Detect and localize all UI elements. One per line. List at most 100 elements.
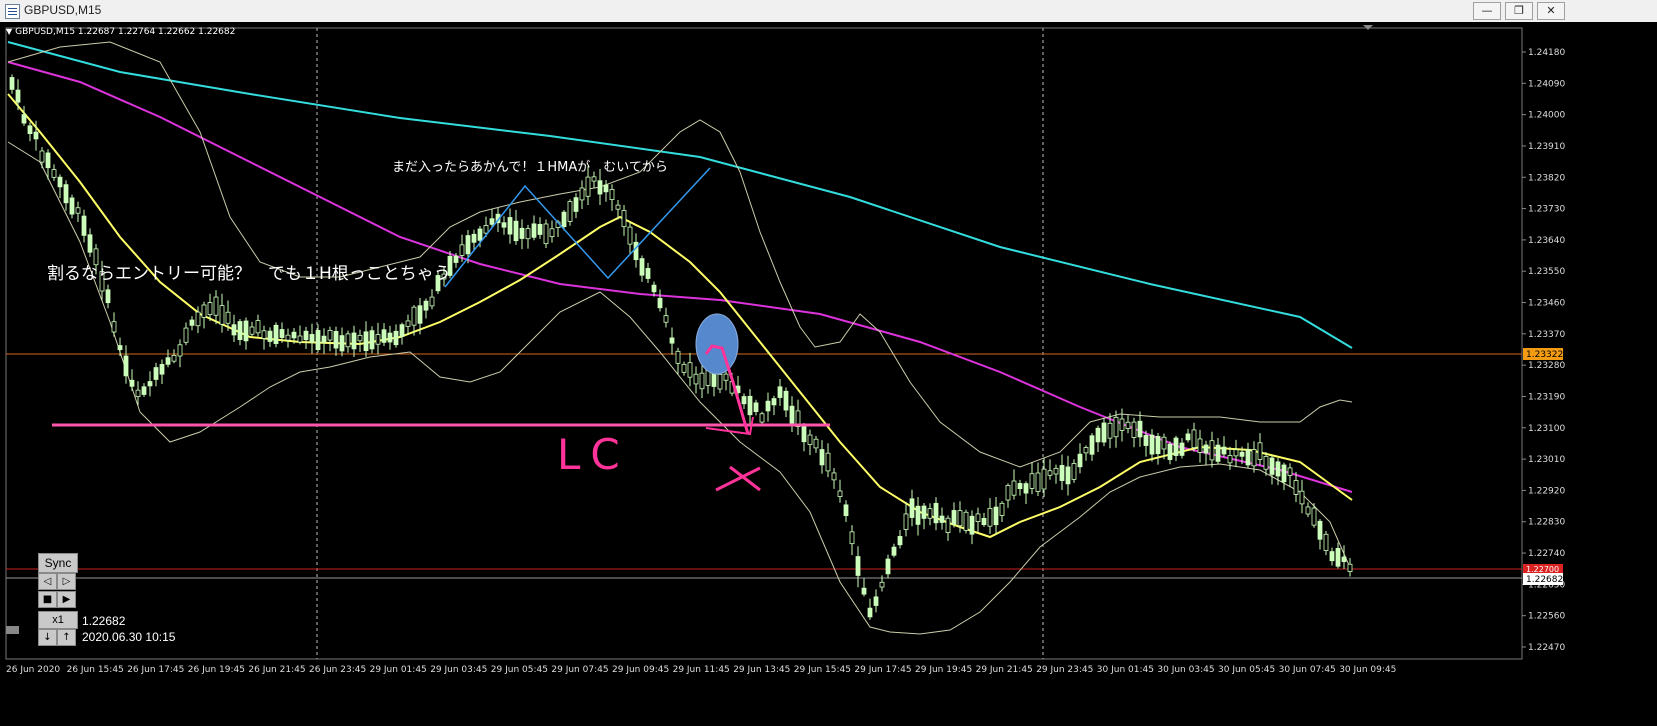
candle-body (81, 215, 87, 236)
chart-window-icon (5, 4, 20, 19)
candle-body (351, 332, 357, 350)
candle-body (723, 373, 729, 381)
candle-body (783, 390, 789, 411)
candle-body (21, 114, 27, 124)
minimize-button[interactable]: — (1473, 2, 1501, 20)
candle-body (873, 596, 879, 606)
lower-band (7, 141, 1353, 635)
candle-body (1197, 438, 1203, 453)
candle-body (1065, 466, 1071, 485)
candle-body (1023, 483, 1029, 494)
candle-body (903, 513, 909, 530)
play-button[interactable]: ▶ (57, 591, 76, 608)
candle-body (1203, 444, 1209, 454)
time-axis-label: 29 Jun 17:45 (854, 665, 911, 675)
time-axis-label: 29 Jun 05:45 (491, 665, 548, 675)
candle-body (975, 513, 981, 523)
price-axis-label: 1.23100 (1528, 424, 1565, 434)
candle-body (525, 228, 531, 240)
candle-body (423, 300, 429, 311)
candle-body (639, 258, 645, 276)
candle-body (513, 220, 519, 242)
step-back-button[interactable]: ◁ (38, 573, 57, 590)
candle-body (1215, 444, 1221, 462)
stop-button[interactable]: ■ (38, 591, 57, 608)
price-chart[interactable]: 1.24180 1.24090 1.24000 1.23910 1.23820 1.237… (0, 22, 1657, 726)
candle-body (645, 268, 651, 279)
candle-body (561, 211, 567, 228)
candle-body (567, 201, 573, 222)
price-axis-label: 1.24180 (1528, 48, 1565, 58)
restore-button[interactable]: ❐ (1505, 2, 1533, 20)
candle-body (909, 498, 915, 518)
candle-body (777, 386, 783, 398)
candle-body (687, 362, 693, 378)
candle-body (189, 319, 195, 326)
candle-body (1257, 442, 1263, 460)
down-arrow-button[interactable]: ↓ (38, 629, 57, 646)
step-forward-button[interactable]: ▷ (57, 573, 76, 590)
scroll-indicator[interactable] (6, 626, 19, 634)
candle-body (969, 515, 975, 535)
candle-body (963, 511, 969, 531)
time-axis-label: 26 Jun 21:45 (248, 665, 305, 675)
candle-body (789, 405, 795, 424)
candle-body (897, 536, 903, 546)
candle-body (591, 176, 597, 182)
candle-body (1149, 434, 1155, 455)
candle-body (597, 180, 603, 195)
speed-button[interactable]: x1 (38, 611, 78, 629)
time-axis-label: 29 Jun 19:45 (915, 665, 972, 675)
candle-body (1041, 468, 1047, 490)
time-axis-label: 26 Jun 19:45 (188, 665, 245, 675)
candle-body (153, 367, 159, 380)
candle-body (999, 502, 1005, 516)
candle-body (681, 363, 687, 373)
candle-body (621, 210, 627, 228)
candle-body (1143, 434, 1149, 446)
candle-body (1071, 463, 1077, 480)
candle-body (327, 329, 333, 341)
up-arrow-button[interactable]: ↑ (57, 629, 76, 646)
candle-body (921, 505, 927, 519)
candle-body (1059, 465, 1065, 481)
price-axis-label: 1.24090 (1528, 79, 1565, 89)
candle-body (543, 223, 549, 245)
candle-body (813, 438, 819, 449)
candle-body (357, 334, 363, 342)
candle-body (1317, 520, 1323, 540)
candle-body (693, 373, 699, 385)
candle-body (195, 311, 201, 327)
candle-body (1179, 442, 1185, 456)
candle-body (1275, 461, 1281, 477)
candle-body (573, 197, 579, 212)
candle-body (507, 217, 513, 235)
sync-button[interactable]: Sync (38, 553, 78, 573)
candlesticks (9, 74, 1353, 620)
candle-body (1035, 472, 1041, 492)
candle-body (717, 373, 723, 390)
candle-body (9, 77, 15, 90)
candle-body (1029, 473, 1035, 489)
candle-body (1281, 464, 1287, 483)
candle-body (1107, 422, 1113, 439)
candle-body (459, 244, 465, 256)
price-axis-label: 1.23910 (1528, 142, 1565, 152)
candle-body (183, 327, 189, 343)
candle-body (267, 330, 273, 342)
annotation-wait-note: まだ入ったらあかんで！１HMAが むいてから (392, 160, 668, 175)
candle-body (225, 311, 231, 324)
candle-body (801, 426, 807, 443)
bid-price-tag: 1.22682 (1526, 575, 1563, 585)
price-axis-label: 1.23190 (1528, 392, 1565, 402)
price-axis-label: 1.22830 (1528, 518, 1565, 528)
candle-body (57, 176, 63, 188)
candle-body (369, 330, 375, 350)
candle-body (291, 331, 297, 339)
close-button[interactable]: ✕ (1537, 2, 1565, 20)
candle-body (63, 184, 69, 204)
candle-body (1335, 548, 1341, 567)
candle-body (849, 531, 855, 545)
candle-body (1191, 429, 1197, 449)
candle-body (453, 255, 459, 263)
